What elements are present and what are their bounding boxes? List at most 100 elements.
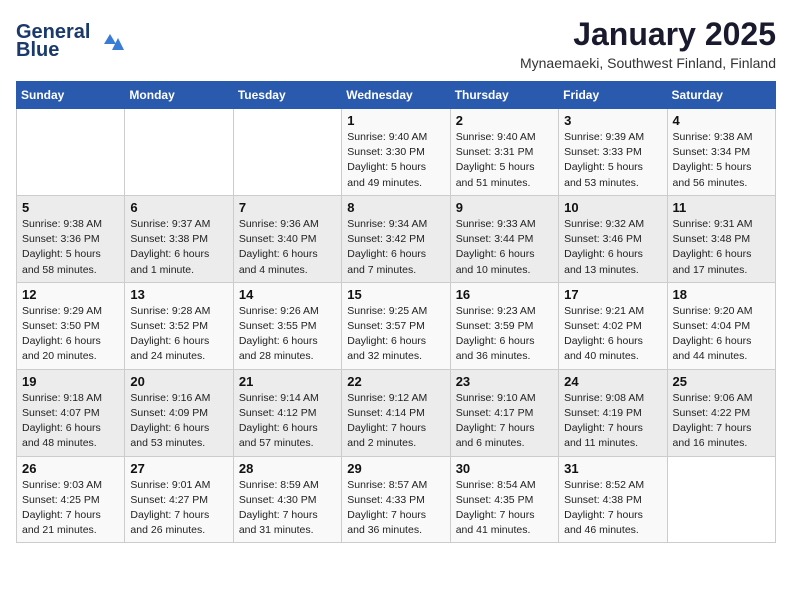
- weekday-header-wednesday: Wednesday: [342, 82, 450, 109]
- day-number: 8: [347, 200, 444, 215]
- calendar-cell: [233, 109, 341, 196]
- weekday-header-row: SundayMondayTuesdayWednesdayThursdayFrid…: [17, 82, 776, 109]
- day-detail: Sunrise: 8:52 AMSunset: 4:38 PMDaylight:…: [564, 478, 661, 539]
- day-detail: Sunrise: 9:29 AMSunset: 3:50 PMDaylight:…: [22, 304, 119, 365]
- day-number: 22: [347, 374, 444, 389]
- day-detail: Sunrise: 9:03 AMSunset: 4:25 PMDaylight:…: [22, 478, 119, 539]
- day-detail: Sunrise: 9:26 AMSunset: 3:55 PMDaylight:…: [239, 304, 336, 365]
- calendar-cell: [125, 109, 233, 196]
- svg-text:Blue: Blue: [16, 39, 59, 60]
- calendar-cell: 26 Sunrise: 9:03 AMSunset: 4:25 PMDayligh…: [17, 456, 125, 543]
- day-detail: Sunrise: 9:40 AMSunset: 3:31 PMDaylight:…: [456, 130, 553, 191]
- calendar-week-1: 1 Sunrise: 9:40 AMSunset: 3:30 PMDaylight…: [17, 109, 776, 196]
- weekday-header-tuesday: Tuesday: [233, 82, 341, 109]
- day-number: 5: [22, 200, 119, 215]
- day-number: 31: [564, 461, 661, 476]
- calendar-title: January 2025: [520, 16, 776, 53]
- day-detail: Sunrise: 9:33 AMSunset: 3:44 PMDaylight:…: [456, 217, 553, 278]
- day-detail: Sunrise: 8:59 AMSunset: 4:30 PMDaylight:…: [239, 478, 336, 539]
- calendar-cell: 24 Sunrise: 9:08 AMSunset: 4:19 PMDayligh…: [559, 369, 667, 456]
- calendar-cell: 22 Sunrise: 9:12 AMSunset: 4:14 PMDayligh…: [342, 369, 450, 456]
- calendar-cell: 10Sunrise: 9:32 AMSunset: 3:46 PMDayligh…: [559, 195, 667, 282]
- day-number: 21: [239, 374, 336, 389]
- calendar-cell: 25Sunrise: 9:06 AMSunset: 4:22 PMDayligh…: [667, 369, 775, 456]
- calendar-cell: 15Sunrise: 9:25 AMSunset: 3:57 PMDayligh…: [342, 282, 450, 369]
- day-detail: Sunrise: 9:23 AMSunset: 3:59 PMDaylight:…: [456, 304, 553, 365]
- day-number: 23: [456, 374, 553, 389]
- day-number: 12: [22, 287, 119, 302]
- calendar-subtitle: Mynaemaeki, Southwest Finland, Finland: [520, 55, 776, 71]
- logo: General Blue: [16, 16, 136, 65]
- calendar-title-area: January 2025 Mynaemaeki, Southwest Finla…: [520, 16, 776, 71]
- calendar-cell: 9 Sunrise: 9:33 AMSunset: 3:44 PMDaylight…: [450, 195, 558, 282]
- day-number: 9: [456, 200, 553, 215]
- logo-text: General Blue: [16, 16, 136, 65]
- day-number: 13: [130, 287, 227, 302]
- day-detail: Sunrise: 9:18 AMSunset: 4:07 PMDaylight:…: [22, 391, 119, 452]
- day-detail: Sunrise: 9:37 AMSunset: 3:38 PMDaylight:…: [130, 217, 227, 278]
- calendar-cell: 1 Sunrise: 9:40 AMSunset: 3:30 PMDaylight…: [342, 109, 450, 196]
- day-detail: Sunrise: 9:38 AMSunset: 3:36 PMDaylight:…: [22, 217, 119, 278]
- weekday-header-thursday: Thursday: [450, 82, 558, 109]
- day-number: 14: [239, 287, 336, 302]
- day-number: 2: [456, 113, 553, 128]
- calendar-cell: 5 Sunrise: 9:38 AMSunset: 3:36 PMDaylight…: [17, 195, 125, 282]
- day-number: 16: [456, 287, 553, 302]
- calendar-cell: 3 Sunrise: 9:39 AMSunset: 3:33 PMDaylight…: [559, 109, 667, 196]
- calendar-cell: 29 Sunrise: 8:57 AMSunset: 4:33 PMDayligh…: [342, 456, 450, 543]
- calendar-cell: 20Sunrise: 9:16 AMSunset: 4:09 PMDayligh…: [125, 369, 233, 456]
- day-number: 29: [347, 461, 444, 476]
- calendar-cell: [667, 456, 775, 543]
- day-detail: Sunrise: 9:20 AMSunset: 4:04 PMDaylight:…: [673, 304, 770, 365]
- calendar-cell: 11Sunrise: 9:31 AMSunset: 3:48 PMDayligh…: [667, 195, 775, 282]
- day-number: 4: [673, 113, 770, 128]
- day-detail: Sunrise: 9:40 AMSunset: 3:30 PMDaylight:…: [347, 130, 444, 191]
- calendar-cell: 17 Sunrise: 9:21 AMSunset: 4:02 PMDayligh…: [559, 282, 667, 369]
- weekday-header-saturday: Saturday: [667, 82, 775, 109]
- calendar-cell: 14 Sunrise: 9:26 AMSunset: 3:55 PMDayligh…: [233, 282, 341, 369]
- calendar-week-3: 12 Sunrise: 9:29 AMSunset: 3:50 PMDayligh…: [17, 282, 776, 369]
- day-number: 18: [673, 287, 770, 302]
- day-number: 30: [456, 461, 553, 476]
- day-number: 24: [564, 374, 661, 389]
- calendar-cell: 21Sunrise: 9:14 AMSunset: 4:12 PMDayligh…: [233, 369, 341, 456]
- calendar-cell: 13 Sunrise: 9:28 AMSunset: 3:52 PMDayligh…: [125, 282, 233, 369]
- calendar-cell: 16 Sunrise: 9:23 AMSunset: 3:59 PMDayligh…: [450, 282, 558, 369]
- day-number: 17: [564, 287, 661, 302]
- calendar-cell: 12 Sunrise: 9:29 AMSunset: 3:50 PMDayligh…: [17, 282, 125, 369]
- day-number: 11: [673, 200, 770, 215]
- day-number: 1: [347, 113, 444, 128]
- calendar-cell: 2 Sunrise: 9:40 AMSunset: 3:31 PMDaylight…: [450, 109, 558, 196]
- calendar-cell: 6Sunrise: 9:37 AMSunset: 3:38 PMDaylight…: [125, 195, 233, 282]
- calendar-week-2: 5 Sunrise: 9:38 AMSunset: 3:36 PMDaylight…: [17, 195, 776, 282]
- calendar-cell: 7Sunrise: 9:36 AMSunset: 3:40 PMDaylight…: [233, 195, 341, 282]
- day-number: 7: [239, 200, 336, 215]
- weekday-header-monday: Monday: [125, 82, 233, 109]
- day-detail: Sunrise: 9:32 AMSunset: 3:46 PMDaylight:…: [564, 217, 661, 278]
- day-number: 26: [22, 461, 119, 476]
- calendar-cell: 27 Sunrise: 9:01 AMSunset: 4:27 PMDayligh…: [125, 456, 233, 543]
- day-detail: Sunrise: 9:01 AMSunset: 4:27 PMDaylight:…: [130, 478, 227, 539]
- page-header: General Blue January 2025 Mynaemaeki, So…: [16, 16, 776, 71]
- calendar-cell: [17, 109, 125, 196]
- day-number: 27: [130, 461, 227, 476]
- calendar-week-4: 19Sunrise: 9:18 AMSunset: 4:07 PMDayligh…: [17, 369, 776, 456]
- day-detail: Sunrise: 8:54 AMSunset: 4:35 PMDaylight:…: [456, 478, 553, 539]
- calendar-week-5: 26 Sunrise: 9:03 AMSunset: 4:25 PMDayligh…: [17, 456, 776, 543]
- day-detail: Sunrise: 9:39 AMSunset: 3:33 PMDaylight:…: [564, 130, 661, 191]
- calendar-cell: 23Sunrise: 9:10 AMSunset: 4:17 PMDayligh…: [450, 369, 558, 456]
- calendar-table: SundayMondayTuesdayWednesdayThursdayFrid…: [16, 81, 776, 543]
- day-detail: Sunrise: 9:21 AMSunset: 4:02 PMDaylight:…: [564, 304, 661, 365]
- day-detail: Sunrise: 8:57 AMSunset: 4:33 PMDaylight:…: [347, 478, 444, 539]
- calendar-cell: 28Sunrise: 8:59 AMSunset: 4:30 PMDayligh…: [233, 456, 341, 543]
- day-detail: Sunrise: 9:28 AMSunset: 3:52 PMDaylight:…: [130, 304, 227, 365]
- calendar-cell: 8Sunrise: 9:34 AMSunset: 3:42 PMDaylight…: [342, 195, 450, 282]
- day-detail: Sunrise: 9:38 AMSunset: 3:34 PMDaylight:…: [673, 130, 770, 191]
- weekday-header-sunday: Sunday: [17, 82, 125, 109]
- day-number: 3: [564, 113, 661, 128]
- day-detail: Sunrise: 9:08 AMSunset: 4:19 PMDaylight:…: [564, 391, 661, 452]
- day-detail: Sunrise: 9:12 AMSunset: 4:14 PMDaylight:…: [347, 391, 444, 452]
- calendar-cell: 19Sunrise: 9:18 AMSunset: 4:07 PMDayligh…: [17, 369, 125, 456]
- day-number: 15: [347, 287, 444, 302]
- calendar-cell: 30 Sunrise: 8:54 AMSunset: 4:35 PMDayligh…: [450, 456, 558, 543]
